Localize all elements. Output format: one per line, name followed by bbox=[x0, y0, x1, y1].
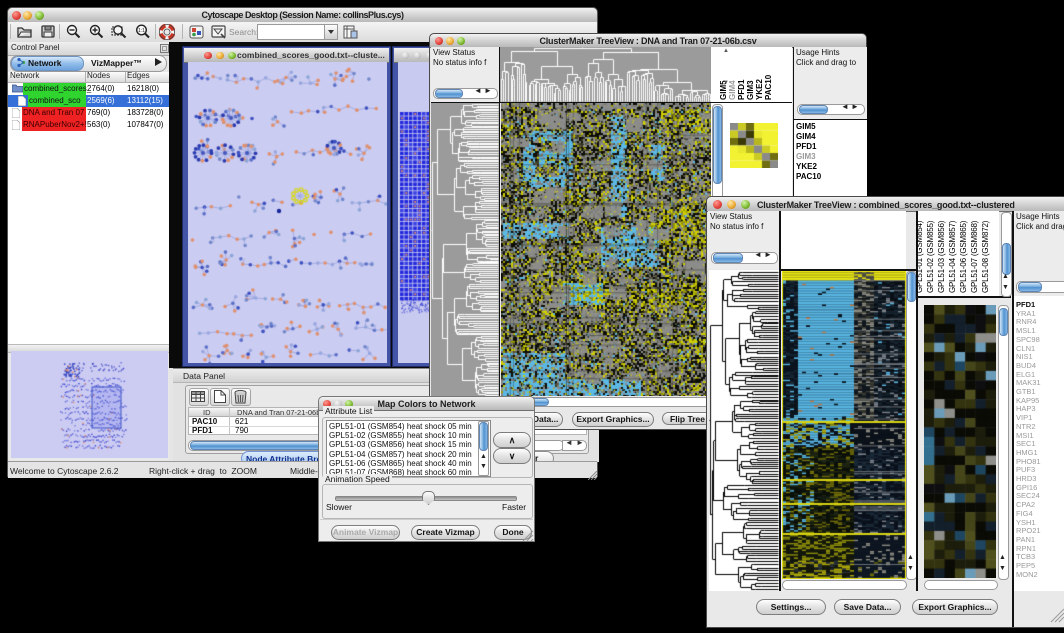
svg-text:1:1: 1:1 bbox=[138, 28, 145, 34]
